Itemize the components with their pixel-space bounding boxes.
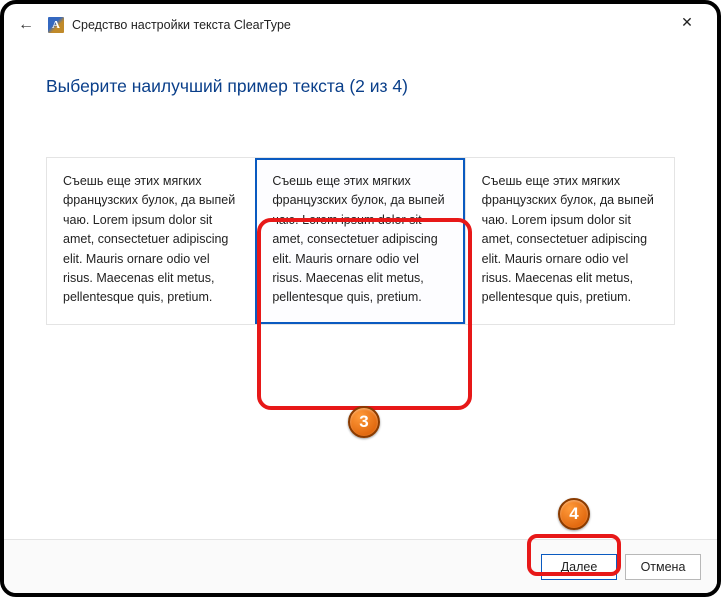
text-sample-3[interactable]: Съешь еще этих мягких французских булок,… xyxy=(465,158,674,324)
next-button[interactable]: Далее xyxy=(541,554,617,580)
app-icon: A xyxy=(48,17,64,33)
close-button[interactable]: ✕ xyxy=(665,6,709,38)
window-title: Средство настройки текста ClearType xyxy=(72,18,665,32)
cancel-label: Отмена xyxy=(641,560,686,574)
sample-text: Съешь еще этих мягких французских булок,… xyxy=(63,174,235,304)
close-icon: ✕ xyxy=(681,14,693,31)
back-icon: ← xyxy=(18,16,34,34)
text-sample-2[interactable]: Съешь еще этих мягких французских булок,… xyxy=(255,158,464,324)
page-heading: Выберите наилучший пример текста (2 из 4… xyxy=(46,76,675,97)
text-samples: Съешь еще этих мягких французских булок,… xyxy=(46,157,675,325)
text-sample-1[interactable]: Съешь еще этих мягких французских булок,… xyxy=(46,158,255,324)
sample-text: Съешь еще этих мягких французских булок,… xyxy=(482,174,654,304)
cancel-button[interactable]: Отмена xyxy=(625,554,701,580)
next-label: Далее xyxy=(561,560,598,574)
back-button[interactable]: ← xyxy=(12,11,40,39)
sample-text: Съешь еще этих мягких французских булок,… xyxy=(272,174,444,304)
titlebar: ← A Средство настройки текста ClearType … xyxy=(4,4,717,46)
footer-bar: Далее Отмена xyxy=(4,539,717,593)
content-area: Выберите наилучший пример текста (2 из 4… xyxy=(4,46,717,539)
